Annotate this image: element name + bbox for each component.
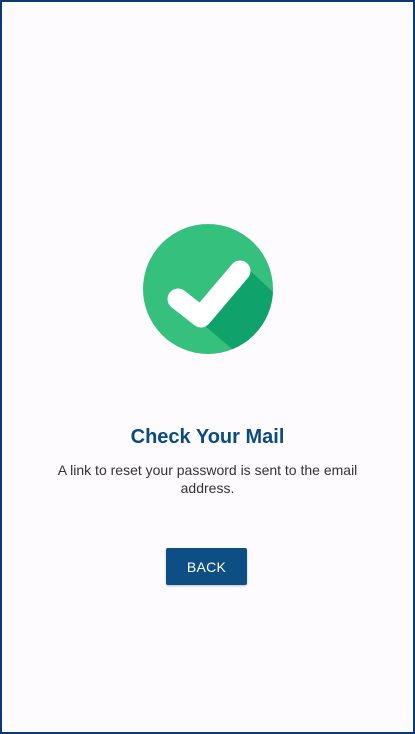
- check-mail-screen: Check Your Mail A link to reset your pas…: [0, 0, 415, 734]
- page-title: Check Your Mail: [130, 426, 285, 448]
- reset-message: A link to reset your password is sent to…: [57, 462, 358, 496]
- back-button[interactable]: BACK: [166, 548, 247, 585]
- check-circle-icon: [143, 224, 273, 354]
